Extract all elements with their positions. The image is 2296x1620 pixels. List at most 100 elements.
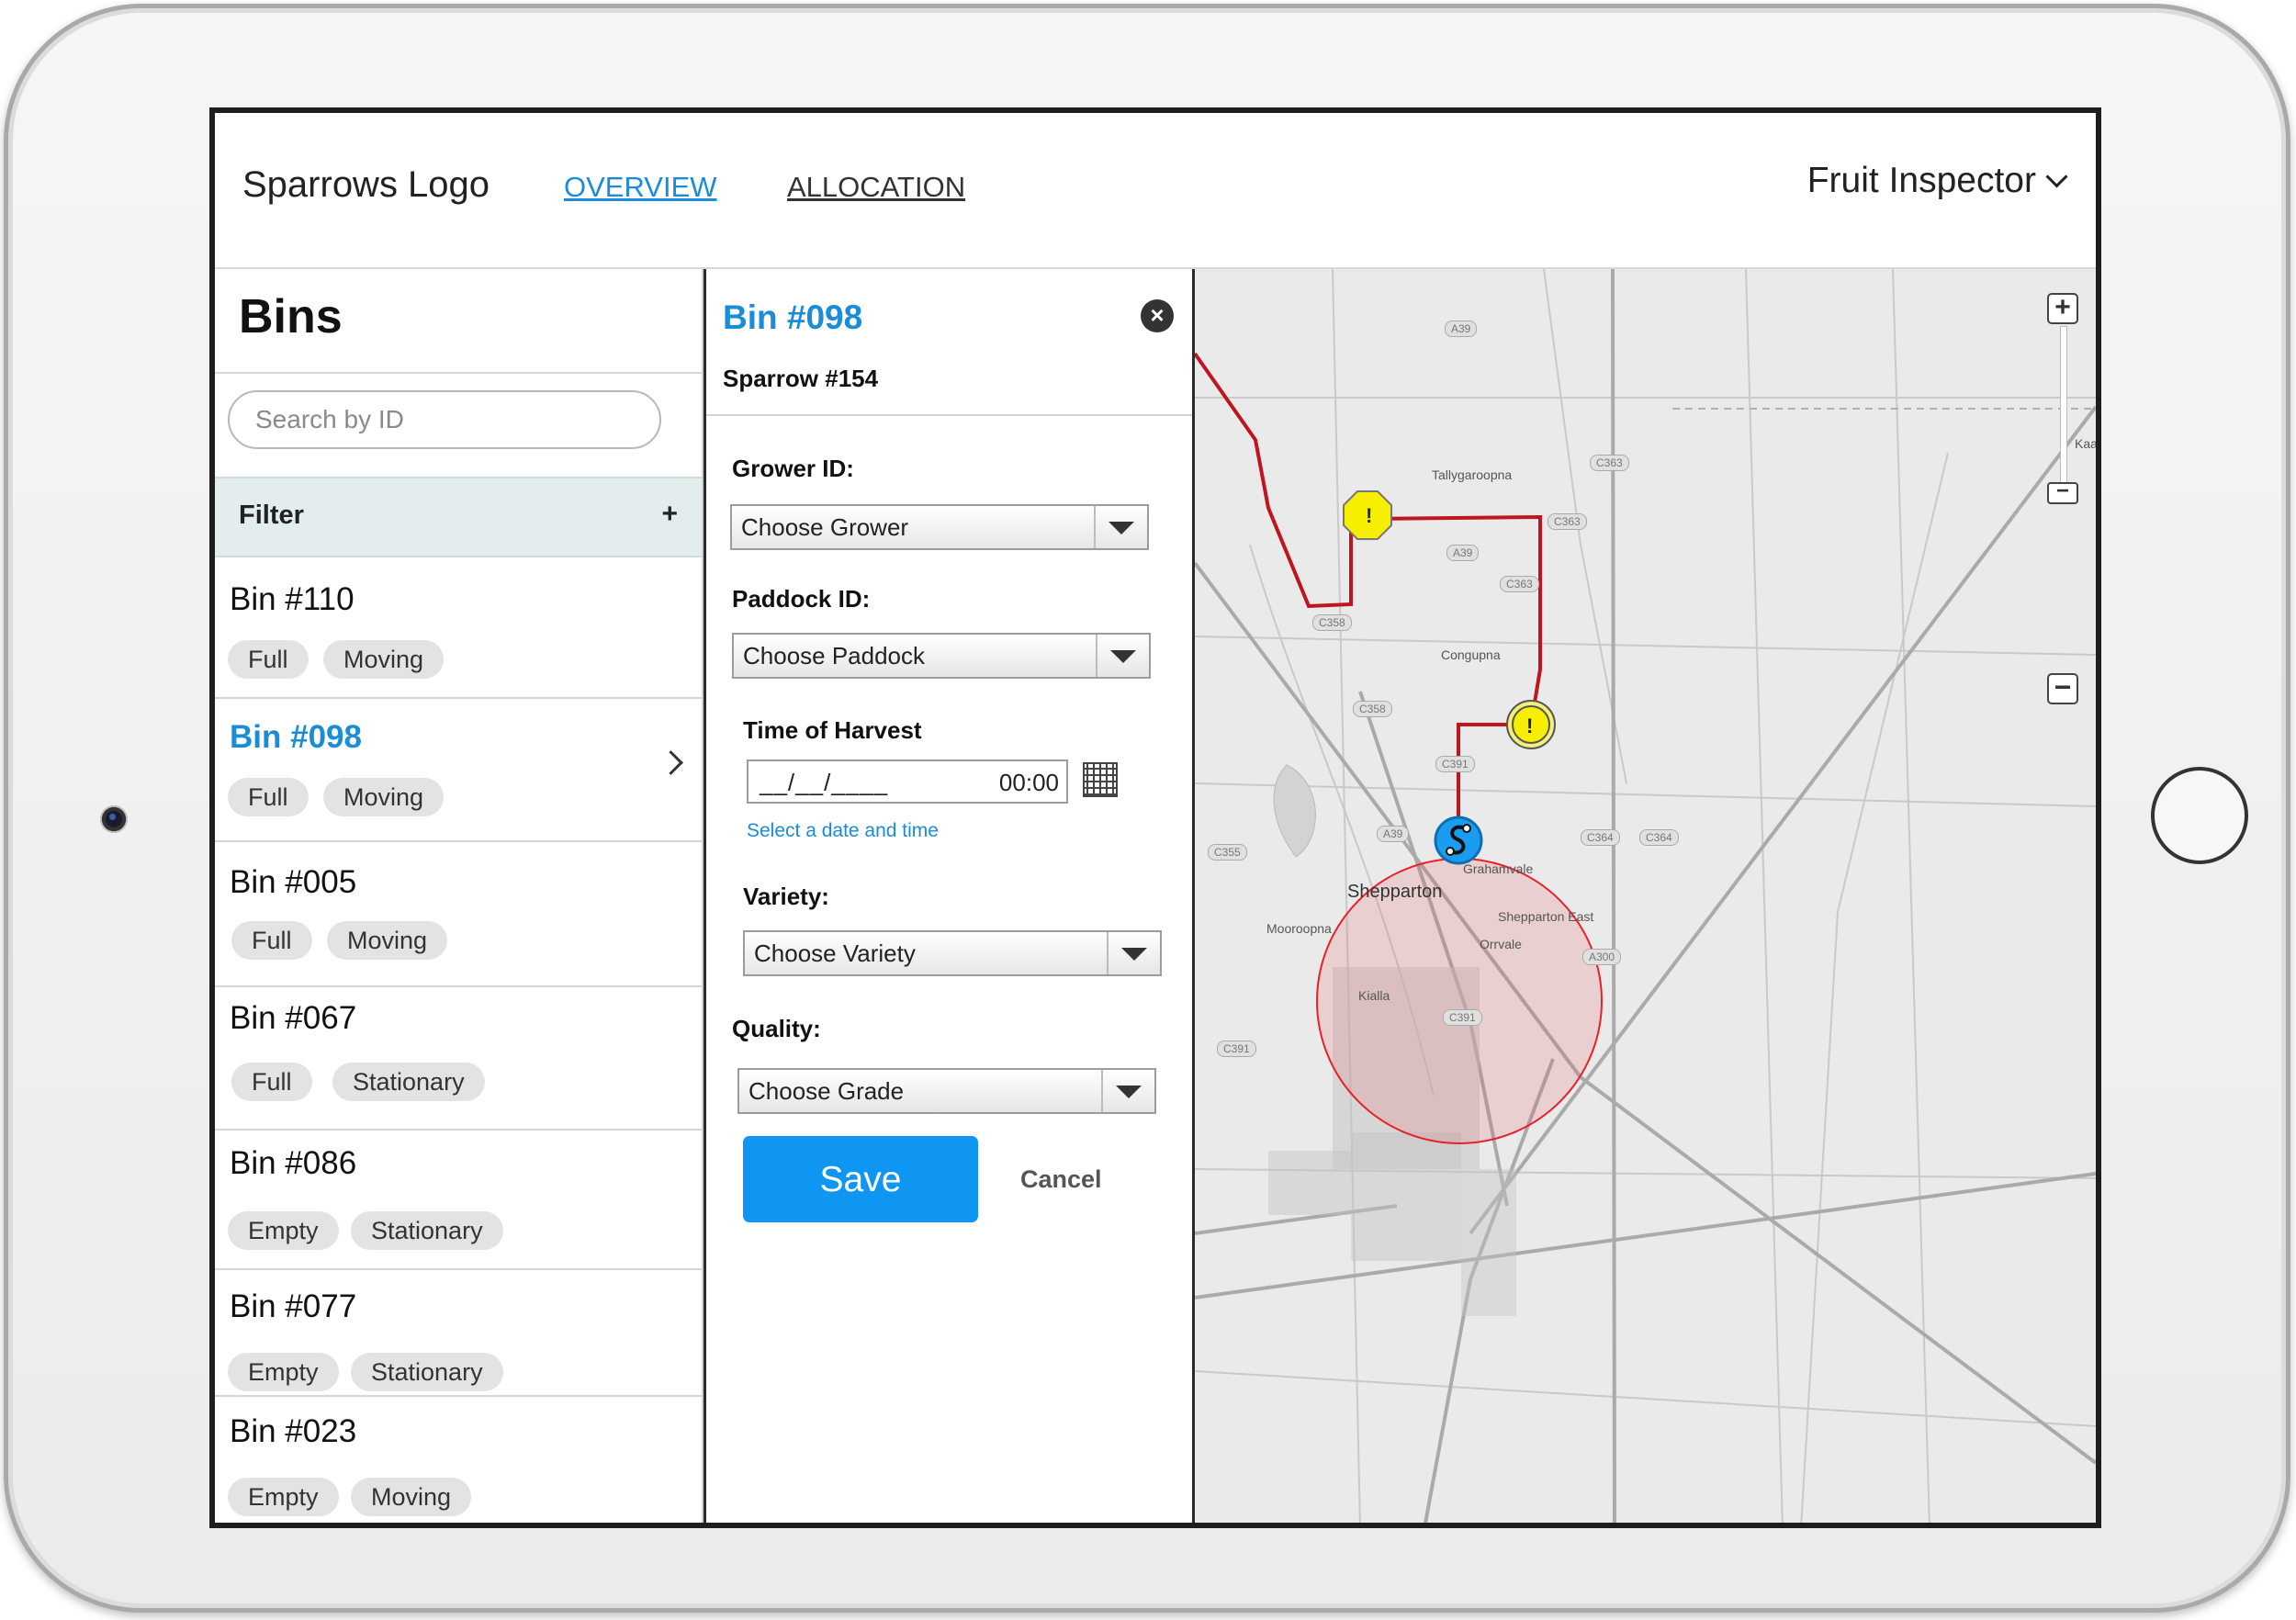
road-badge: C363 xyxy=(1500,576,1539,592)
map-place-label: Grahamvale xyxy=(1463,861,1534,876)
road-badge: A39 xyxy=(1377,826,1410,842)
bin-list-item-selected[interactable]: Bin #098 Full Moving xyxy=(215,699,702,842)
map-place-label: Shepparton East xyxy=(1498,909,1594,924)
map-view[interactable]: ! ! Tallygaroopna Congupna Grahamvale Sh… xyxy=(1195,269,2096,1523)
bin-status-chip: Empty xyxy=(228,1478,339,1516)
app-screen: Sparrows Logo OVERVIEW ALLOCATION Fruit … xyxy=(209,107,2101,1528)
variety-label: Variety: xyxy=(743,883,829,910)
bins-sidebar: Bins Filter + Bin #110 Full Moving Bin #… xyxy=(215,269,703,1523)
map-place-label: Kaarimba xyxy=(2075,436,2096,451)
bin-id: Bin #005 xyxy=(230,864,357,900)
bin-motion-chip: Moving xyxy=(327,921,448,960)
filter-label: Filter xyxy=(239,501,304,530)
paddock-select[interactable]: Choose Paddock xyxy=(732,633,1151,679)
home-button[interactable] xyxy=(2151,767,2248,864)
user-role-menu[interactable]: Fruit Inspector xyxy=(1806,161,2068,201)
bin-list-item[interactable]: Bin #067 Full Stationary xyxy=(215,987,702,1131)
dropdown-arrow-icon xyxy=(1096,635,1149,677)
road-badge: C358 xyxy=(1312,614,1352,631)
detail-subtitle: Sparrow #154 xyxy=(723,365,879,392)
bin-list-item[interactable]: Bin #086 Empty Stationary xyxy=(215,1131,702,1270)
road-badge: C364 xyxy=(1581,829,1620,846)
dropdown-arrow-icon xyxy=(1101,1070,1154,1112)
alert-marker-1-glyph: ! xyxy=(1366,504,1372,527)
bin-list-item[interactable]: Bin #110 Full Moving xyxy=(215,557,702,699)
grower-select-value: Choose Grower xyxy=(741,513,909,541)
bin-id: Bin #067 xyxy=(230,1000,357,1036)
quality-select-value: Choose Grade xyxy=(748,1077,905,1105)
bin-motion-chip: Moving xyxy=(351,1478,472,1516)
grower-label: Grower ID: xyxy=(732,455,854,482)
bin-motion-chip: Stationary xyxy=(332,1063,485,1101)
road-badge: C358 xyxy=(1353,701,1392,717)
cancel-button[interactable]: Cancel xyxy=(1020,1165,1102,1194)
camera-icon xyxy=(102,807,126,831)
map-place-label: Kialla xyxy=(1358,988,1390,1003)
harvest-time-value: 00:00 xyxy=(998,769,1059,796)
detail-title: Bin #098 xyxy=(723,298,863,336)
variety-select-value: Choose Variety xyxy=(754,939,916,967)
sparrow-logo-dot xyxy=(1462,824,1471,833)
bin-motion-chip: Stationary xyxy=(351,1353,503,1391)
road-badge: C363 xyxy=(1548,513,1587,530)
road-badge: A39 xyxy=(1446,545,1480,561)
road-badge: C391 xyxy=(1217,1041,1256,1057)
nav-overview-link[interactable]: OVERVIEW xyxy=(564,171,717,204)
zoom-slider-track[interactable] xyxy=(2060,326,2067,495)
alert-marker-2-glyph: ! xyxy=(1526,714,1533,737)
quality-label: Quality: xyxy=(732,1015,821,1042)
top-navigation-bar: Sparrows Logo OVERVIEW ALLOCATION Fruit … xyxy=(215,113,2096,269)
close-icon[interactable]: × xyxy=(1141,299,1174,332)
bin-motion-chip: Moving xyxy=(323,640,445,679)
search-input[interactable] xyxy=(228,390,661,449)
bin-list-item[interactable]: Bin #023 Empty Moving xyxy=(215,1397,702,1523)
bin-id: Bin #098 xyxy=(230,719,362,755)
bin-status-chip: Full xyxy=(231,1063,312,1101)
variety-select[interactable]: Choose Variety xyxy=(743,930,1162,976)
bin-status-chip: Full xyxy=(228,778,309,816)
bin-list-item[interactable]: Bin #005 Full Moving xyxy=(215,842,702,987)
bin-status-chip: Full xyxy=(231,921,312,960)
road-badge: A300 xyxy=(1582,949,1622,965)
map-place-label: Orrvale xyxy=(1480,937,1522,951)
harvest-date-mask: __/__/____ xyxy=(760,769,889,796)
detail-divider xyxy=(706,414,1192,416)
road-badge: C364 xyxy=(1639,829,1679,846)
road-badge: C363 xyxy=(1590,455,1629,471)
zoom-slider-thumb[interactable]: − xyxy=(2047,480,2078,504)
bin-id: Bin #023 xyxy=(230,1413,357,1449)
quality-select[interactable]: Choose Grade xyxy=(737,1068,1156,1114)
bin-detail-panel: Bin #098 Sparrow #154 × Grower ID: Choos… xyxy=(703,269,1195,1523)
paddock-label: Paddock ID: xyxy=(732,585,871,613)
map-place-label: Tallygaroopna xyxy=(1432,467,1513,482)
dropdown-arrow-icon xyxy=(1094,506,1147,548)
nav-allocation-link[interactable]: ALLOCATION xyxy=(787,171,965,204)
bin-id: Bin #077 xyxy=(230,1288,357,1324)
chevron-right-icon xyxy=(658,750,683,775)
user-role-label: Fruit Inspector xyxy=(1806,161,2036,200)
zoom-out-button[interactable]: − xyxy=(2047,672,2078,704)
harvest-hint: Select a date and time xyxy=(747,820,939,841)
sparrow-logo-dot xyxy=(1446,847,1455,856)
bin-status-chip: Empty xyxy=(228,1211,339,1250)
paddock-select-value: Choose Paddock xyxy=(743,642,926,669)
app-logo: Sparrows Logo xyxy=(242,164,490,205)
bin-motion-chip: Moving xyxy=(323,778,445,816)
map-canvas: ! ! xyxy=(1195,269,2096,1523)
zoom-in-button[interactable]: + xyxy=(2047,293,2078,324)
grower-select[interactable]: Choose Grower xyxy=(730,504,1149,550)
filter-bar[interactable]: Filter + xyxy=(215,477,702,557)
major-roads xyxy=(1195,269,2096,1523)
minor-roads xyxy=(1195,269,2096,1523)
calendar-icon[interactable] xyxy=(1083,762,1118,797)
harvest-datetime-input[interactable]: __/__/____ 00:00 xyxy=(747,759,1068,804)
add-filter-icon[interactable]: + xyxy=(661,499,678,530)
bin-status-chip: Empty xyxy=(228,1353,339,1391)
bin-id: Bin #110 xyxy=(230,581,355,617)
save-button[interactable]: Save xyxy=(743,1136,978,1222)
bin-list-item[interactable]: Bin #077 Empty Stationary xyxy=(215,1270,702,1397)
road-badge: C391 xyxy=(1443,1009,1482,1026)
harvest-time-label: Time of Harvest xyxy=(743,716,922,744)
road-badge: A39 xyxy=(1445,321,1478,337)
bin-status-chip: Full xyxy=(228,640,309,679)
